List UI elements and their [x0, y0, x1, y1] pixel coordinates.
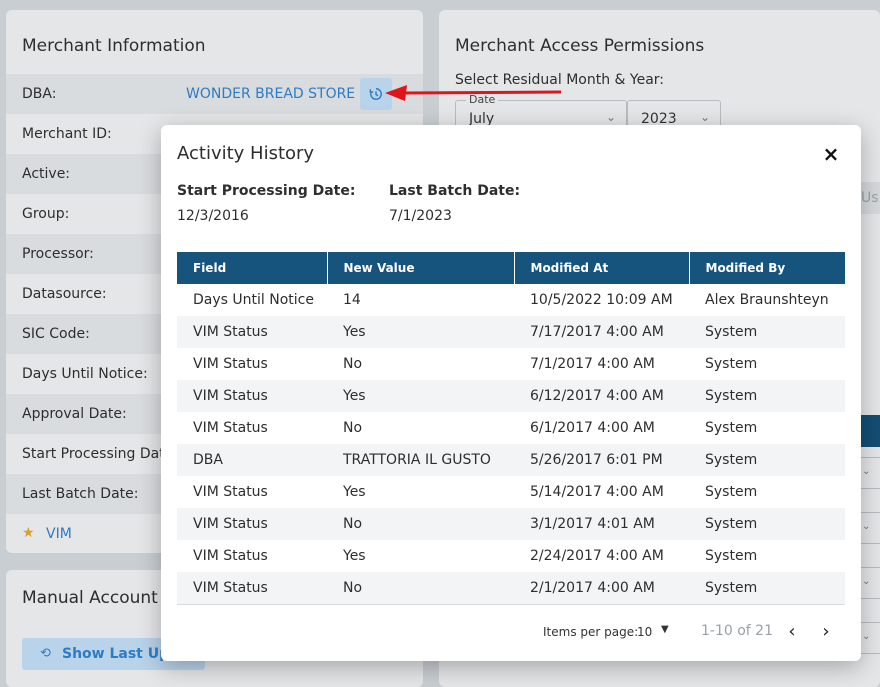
cell-field: VIM Status — [177, 572, 327, 605]
cell-modified-by: System — [705, 356, 758, 372]
processor-label: Processor: — [22, 246, 94, 262]
items-per-page-label: Items per page: — [543, 625, 639, 639]
days-until-notice-label: Days Until Notice: — [22, 366, 148, 382]
chevron-down-icon: ⌄ — [605, 110, 616, 124]
cell-new-value: Yes — [343, 548, 366, 564]
table-row: VIM Status Yes 2/24/2017 4:00 AM System — [177, 540, 845, 572]
cell-modified-at: 7/1/2017 4:00 AM — [530, 356, 655, 372]
cell-field: VIM Status — [193, 420, 268, 436]
next-page-icon[interactable]: › — [816, 621, 836, 642]
cell-new-value: Yes — [327, 316, 514, 348]
cell-modified-at: 6/1/2017 4:00 AM — [530, 420, 655, 436]
last-batch-label: Last Batch Date: — [389, 183, 521, 199]
merchant-information-title: Merchant Information — [22, 36, 206, 56]
cell-new-value: Yes — [343, 484, 366, 500]
last-batch-date-label: Last Batch Date: — [22, 486, 139, 502]
cell-field: VIM Status — [193, 484, 268, 500]
cell-field: VIM Status — [177, 380, 327, 412]
cell-field: VIM Status — [193, 548, 268, 564]
table-row: VIM Status No 3/1/2017 4:01 AM System — [177, 508, 845, 540]
cell-modified-at: 7/17/2017 4:00 AM — [514, 316, 689, 348]
cell-modified-at: 5/26/2017 6:01 PM — [514, 444, 689, 476]
sic-code-label: SIC Code: — [22, 326, 90, 342]
cell-modified-at: 2/24/2017 4:00 AM — [530, 548, 664, 564]
cell-modified-at: 3/1/2017 4:01 AM — [514, 508, 689, 540]
column-header-modified-by[interactable]: Modified By — [689, 252, 845, 284]
cell-field: VIM Status — [177, 508, 327, 540]
table-row: VIM Status No 6/1/2017 4:00 AM System — [177, 412, 845, 444]
start-processing-label: Start Processing Date: — [177, 183, 356, 199]
dba-value-link[interactable]: WONDER BREAD STORE — [186, 86, 355, 102]
group-label: Group: — [22, 206, 70, 222]
cell-modified-at: 6/12/2017 4:00 AM — [514, 380, 689, 412]
activity-history-table: Field New Value Modified At Modified By … — [177, 252, 845, 605]
caret-down-icon[interactable]: ▼ — [661, 624, 669, 635]
cell-new-value: 14 — [343, 292, 361, 308]
cell-new-value: No — [327, 508, 514, 540]
dba-label: DBA: — [22, 86, 57, 102]
access-permissions-title: Merchant Access Permissions — [455, 36, 705, 56]
cell-modified-by: System — [705, 548, 758, 564]
history-icon: ⟲ — [40, 646, 51, 661]
start-processing-value: 12/3/2016 — [177, 208, 249, 224]
table-row: VIM Status No 7/1/2017 4:00 AM System — [177, 348, 845, 380]
chevron-down-icon: ⌄ — [699, 110, 710, 124]
cell-modified-at: 5/14/2017 4:00 AM — [530, 484, 664, 500]
partial-field-4[interactable]: ⌄ — [859, 622, 880, 654]
partial-field-2[interactable]: ⌄ — [859, 512, 880, 544]
column-header-modified-at[interactable]: Modified At — [514, 252, 690, 284]
cell-modified-by: System — [689, 380, 845, 412]
annotation-arrow — [383, 82, 567, 108]
datasource-label: Datasource: — [22, 286, 107, 302]
table-row: VIM Status Yes 7/17/2017 4:00 AM System — [177, 316, 845, 348]
cell-modified-by: System — [705, 420, 758, 436]
previous-page-icon[interactable]: ‹ — [782, 621, 802, 642]
last-batch-value: 7/1/2023 — [389, 208, 452, 224]
cell-modified-by: Alex Braunshteyn — [705, 292, 829, 308]
close-icon[interactable]: × — [821, 144, 841, 165]
vim-link[interactable]: VIM — [46, 526, 72, 542]
paginator: Items per page: 10 ▼ 1-10 of 21 ‹ › — [541, 621, 841, 643]
cell-modified-at: 2/1/2017 4:00 AM — [514, 572, 689, 605]
cell-field: VIM Status — [193, 356, 268, 372]
cell-new-value: No — [343, 356, 363, 372]
column-header-new-value[interactable]: New Value — [327, 252, 515, 284]
cell-modified-by: System — [689, 316, 845, 348]
start-processing-date-label: Start Processing Date — [22, 446, 174, 462]
cell-field: DBA — [177, 444, 327, 476]
merchant-id-label: Merchant ID: — [22, 126, 112, 142]
table-header-partial — [859, 415, 880, 447]
cell-new-value: Yes — [327, 380, 514, 412]
table-row: VIM Status No 2/1/2017 4:00 AM System — [177, 572, 845, 605]
column-header-field[interactable]: Field — [177, 252, 328, 284]
history-icon — [369, 88, 382, 100]
table-row: Days Until Notice 14 10/5/2022 10:09 AM … — [177, 284, 845, 316]
activity-history-dialog: Activity History × Start Processing Date… — [161, 125, 861, 661]
table-header-row: Field New Value Modified At Modified By — [177, 252, 845, 284]
star-icon: ★ — [22, 525, 35, 541]
table-row: VIM Status Yes 6/12/2017 4:00 AM System — [177, 380, 845, 412]
dialog-title: Activity History — [177, 143, 315, 164]
cell-modified-at: 10/5/2022 10:09 AM — [530, 292, 673, 308]
table-row: DBA TRATTORIA IL GUSTO 5/26/2017 6:01 PM… — [177, 444, 845, 476]
items-per-page-select[interactable]: 10 — [637, 625, 652, 639]
page-range-label: 1-10 of 21 — [701, 623, 773, 639]
table-row: VIM Status Yes 5/14/2017 4:00 AM System — [177, 476, 845, 508]
cell-field: VIM Status — [177, 316, 327, 348]
cell-modified-by: System — [705, 484, 758, 500]
cell-new-value: No — [343, 420, 363, 436]
manual-account-title: Manual Account — [22, 588, 158, 608]
approval-date-label: Approval Date: — [22, 406, 127, 422]
cell-new-value: TRATTORIA IL GUSTO — [327, 444, 514, 476]
active-label: Active: — [22, 166, 71, 182]
cell-new-value: No — [327, 572, 514, 605]
cell-field: Days Until Notice — [193, 292, 314, 308]
cell-modified-by: System — [689, 572, 845, 605]
cell-modified-by: System — [689, 444, 845, 476]
partial-field-3[interactable]: ⌄ — [859, 567, 880, 599]
partial-field-1[interactable]: ⌄ — [859, 457, 880, 489]
cell-modified-by: System — [689, 508, 845, 540]
info-row-dba: DBA: WONDER BREAD STORE — [6, 74, 423, 114]
